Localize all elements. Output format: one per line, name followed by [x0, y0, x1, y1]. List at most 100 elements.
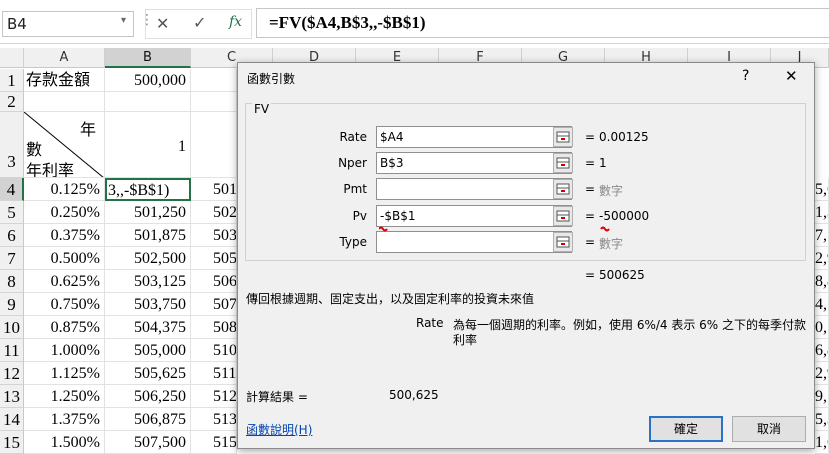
row-header[interactable]: 2 — [0, 92, 24, 112]
cancel-entry-icon[interactable]: ✕ — [156, 14, 169, 33]
row-header[interactable]: 14 — [0, 408, 24, 431]
cell-c[interactable]: 513 — [191, 408, 237, 431]
formula-input[interactable]: =FV($A4,B$3,,-$B$1) — [256, 8, 829, 38]
collapse-dialog-icon[interactable] — [553, 153, 573, 173]
cell-j[interactable]: 5,6 — [815, 178, 829, 201]
cell-b[interactable]: 501,875 — [105, 224, 191, 247]
cell-a[interactable]: 1.375% — [24, 408, 105, 431]
cell-j[interactable]: 6,8 — [815, 339, 829, 362]
confirm-entry-icon[interactable]: ✓ — [193, 13, 206, 32]
cell-b3[interactable]: 1 — [105, 112, 191, 178]
cell-c[interactable]: 508 — [191, 316, 237, 339]
cell-c[interactable]: 510 — [191, 339, 237, 362]
cell-a2[interactable] — [24, 92, 105, 112]
cell-j[interactable]: 4,7 — [815, 293, 829, 316]
arg-input-pv[interactable]: -$B$1 — [376, 205, 572, 227]
collapse-dialog-icon[interactable] — [553, 206, 573, 226]
cell-a3[interactable]: 年 數 年利率 — [24, 112, 105, 178]
cell-j[interactable]: 0,7 — [815, 316, 829, 339]
row-header[interactable]: 11 — [0, 339, 24, 362]
cell-c[interactable]: 511 — [191, 362, 237, 385]
function-arguments-dialog: 函數引數 ? ✕ FV Rate $A4 = 0.00125 Nper B$3 = 1 Pm… — [237, 62, 815, 449]
column-header-a[interactable]: A — [24, 48, 105, 68]
cell-j[interactable]: 9,1 — [815, 385, 829, 408]
cell-c[interactable]: 506 — [191, 270, 237, 293]
cell-a[interactable]: 1.500% — [24, 431, 105, 454]
cell-c[interactable]: 512 — [191, 385, 237, 408]
cell-a[interactable]: 0.125% — [24, 178, 105, 201]
cell-b[interactable]: 506,250 — [105, 385, 191, 408]
cell-b[interactable]: 506,875 — [105, 408, 191, 431]
cell-b[interactable]: 505,000 — [105, 339, 191, 362]
cell-c[interactable]: 502 — [191, 201, 237, 224]
insert-function-icon[interactable]: fx — [229, 14, 242, 30]
row-header[interactable]: 9 — [0, 293, 24, 316]
row-header[interactable]: 3 — [0, 112, 24, 178]
cell-j[interactable]: 7,1 — [815, 224, 829, 247]
cell-c1[interactable] — [191, 69, 237, 92]
calc-result-label: 計算結果 = — [246, 390, 308, 404]
help-icon[interactable]: ? — [742, 68, 749, 84]
row-header[interactable]: 6 — [0, 224, 24, 247]
cell-j[interactable]: 8,8 — [815, 270, 829, 293]
arg-result-nper: 1 — [599, 156, 607, 170]
cell-a[interactable]: 1.250% — [24, 385, 105, 408]
select-all-corner[interactable] — [0, 48, 24, 68]
column-header-b[interactable]: B — [105, 48, 191, 68]
cell-a[interactable]: 0.625% — [24, 270, 105, 293]
arg-input-type[interactable] — [376, 231, 572, 253]
cell-c3[interactable] — [191, 112, 237, 178]
cell-b[interactable]: 504,375 — [105, 316, 191, 339]
cell-c2[interactable] — [191, 92, 237, 112]
cell-a[interactable]: 0.750% — [24, 293, 105, 316]
cell-c[interactable]: 501 — [191, 178, 237, 201]
row-header[interactable]: 1 — [0, 69, 24, 92]
cell-a[interactable]: 1.000% — [24, 339, 105, 362]
arg-input-nper[interactable]: B$3 — [376, 152, 572, 174]
cell-b[interactable]: 507,500 — [105, 431, 191, 454]
arg-input-rate[interactable]: $A4 — [376, 126, 572, 148]
cell-a1[interactable]: 存款金額 — [24, 69, 105, 92]
cell-j[interactable]: 2,9 — [815, 247, 829, 270]
cell-b1[interactable]: 500,000 — [105, 69, 191, 92]
cell-j[interactable]: 1,6 — [815, 431, 829, 454]
function-help-link[interactable]: 函數說明(H) — [246, 421, 312, 438]
cell-a[interactable]: 0.500% — [24, 247, 105, 270]
cell-c[interactable]: 515 — [191, 431, 237, 454]
cell-b[interactable]: 502,500 — [105, 247, 191, 270]
name-box[interactable]: B4 — [2, 11, 134, 37]
close-icon[interactable]: ✕ — [785, 67, 798, 85]
name-box-dropdown-icon[interactable]: ▾ — [121, 15, 126, 26]
cell-j[interactable]: 1,3 — [815, 201, 829, 224]
row-header[interactable]: 7 — [0, 247, 24, 270]
cancel-button[interactable]: 取消 — [732, 416, 806, 442]
cell-a[interactable]: 0.875% — [24, 316, 105, 339]
row-header[interactable]: 15 — [0, 431, 24, 454]
cell-a[interactable]: 1.125% — [24, 362, 105, 385]
cell-b2[interactable] — [105, 92, 191, 112]
row-header[interactable]: 8 — [0, 270, 24, 293]
ok-button[interactable]: 確定 — [649, 416, 723, 442]
cell-c[interactable]: 507 — [191, 293, 237, 316]
row-header[interactable]: 4 — [0, 178, 24, 201]
cell-b[interactable]: 503,125 — [105, 270, 191, 293]
cell-j[interactable]: 5,3 — [815, 408, 829, 431]
row-header[interactable]: 5 — [0, 201, 24, 224]
arg-input-pmt[interactable] — [376, 178, 572, 200]
cell-b[interactable]: 503,750 — [105, 293, 191, 316]
arg-help-text-cont: 利率 — [453, 333, 478, 347]
cell-b[interactable]: 501,250 — [105, 201, 191, 224]
cell-j[interactable]: 2,9 — [815, 362, 829, 385]
cell-c[interactable]: 505 — [191, 247, 237, 270]
row-header[interactable]: 13 — [0, 385, 24, 408]
row-header[interactable]: 12 — [0, 362, 24, 385]
cell-b[interactable]: 505,625 — [105, 362, 191, 385]
collapse-dialog-icon[interactable] — [553, 127, 573, 147]
collapse-dialog-icon[interactable] — [553, 179, 573, 199]
cell-a[interactable]: 0.375% — [24, 224, 105, 247]
row-header[interactable]: 10 — [0, 316, 24, 339]
collapse-dialog-icon[interactable] — [553, 232, 573, 252]
cell-c[interactable]: 503 — [191, 224, 237, 247]
cell-a[interactable]: 0.250% — [24, 201, 105, 224]
active-cell-b4[interactable]: 3,,-$B$1) — [105, 178, 191, 201]
